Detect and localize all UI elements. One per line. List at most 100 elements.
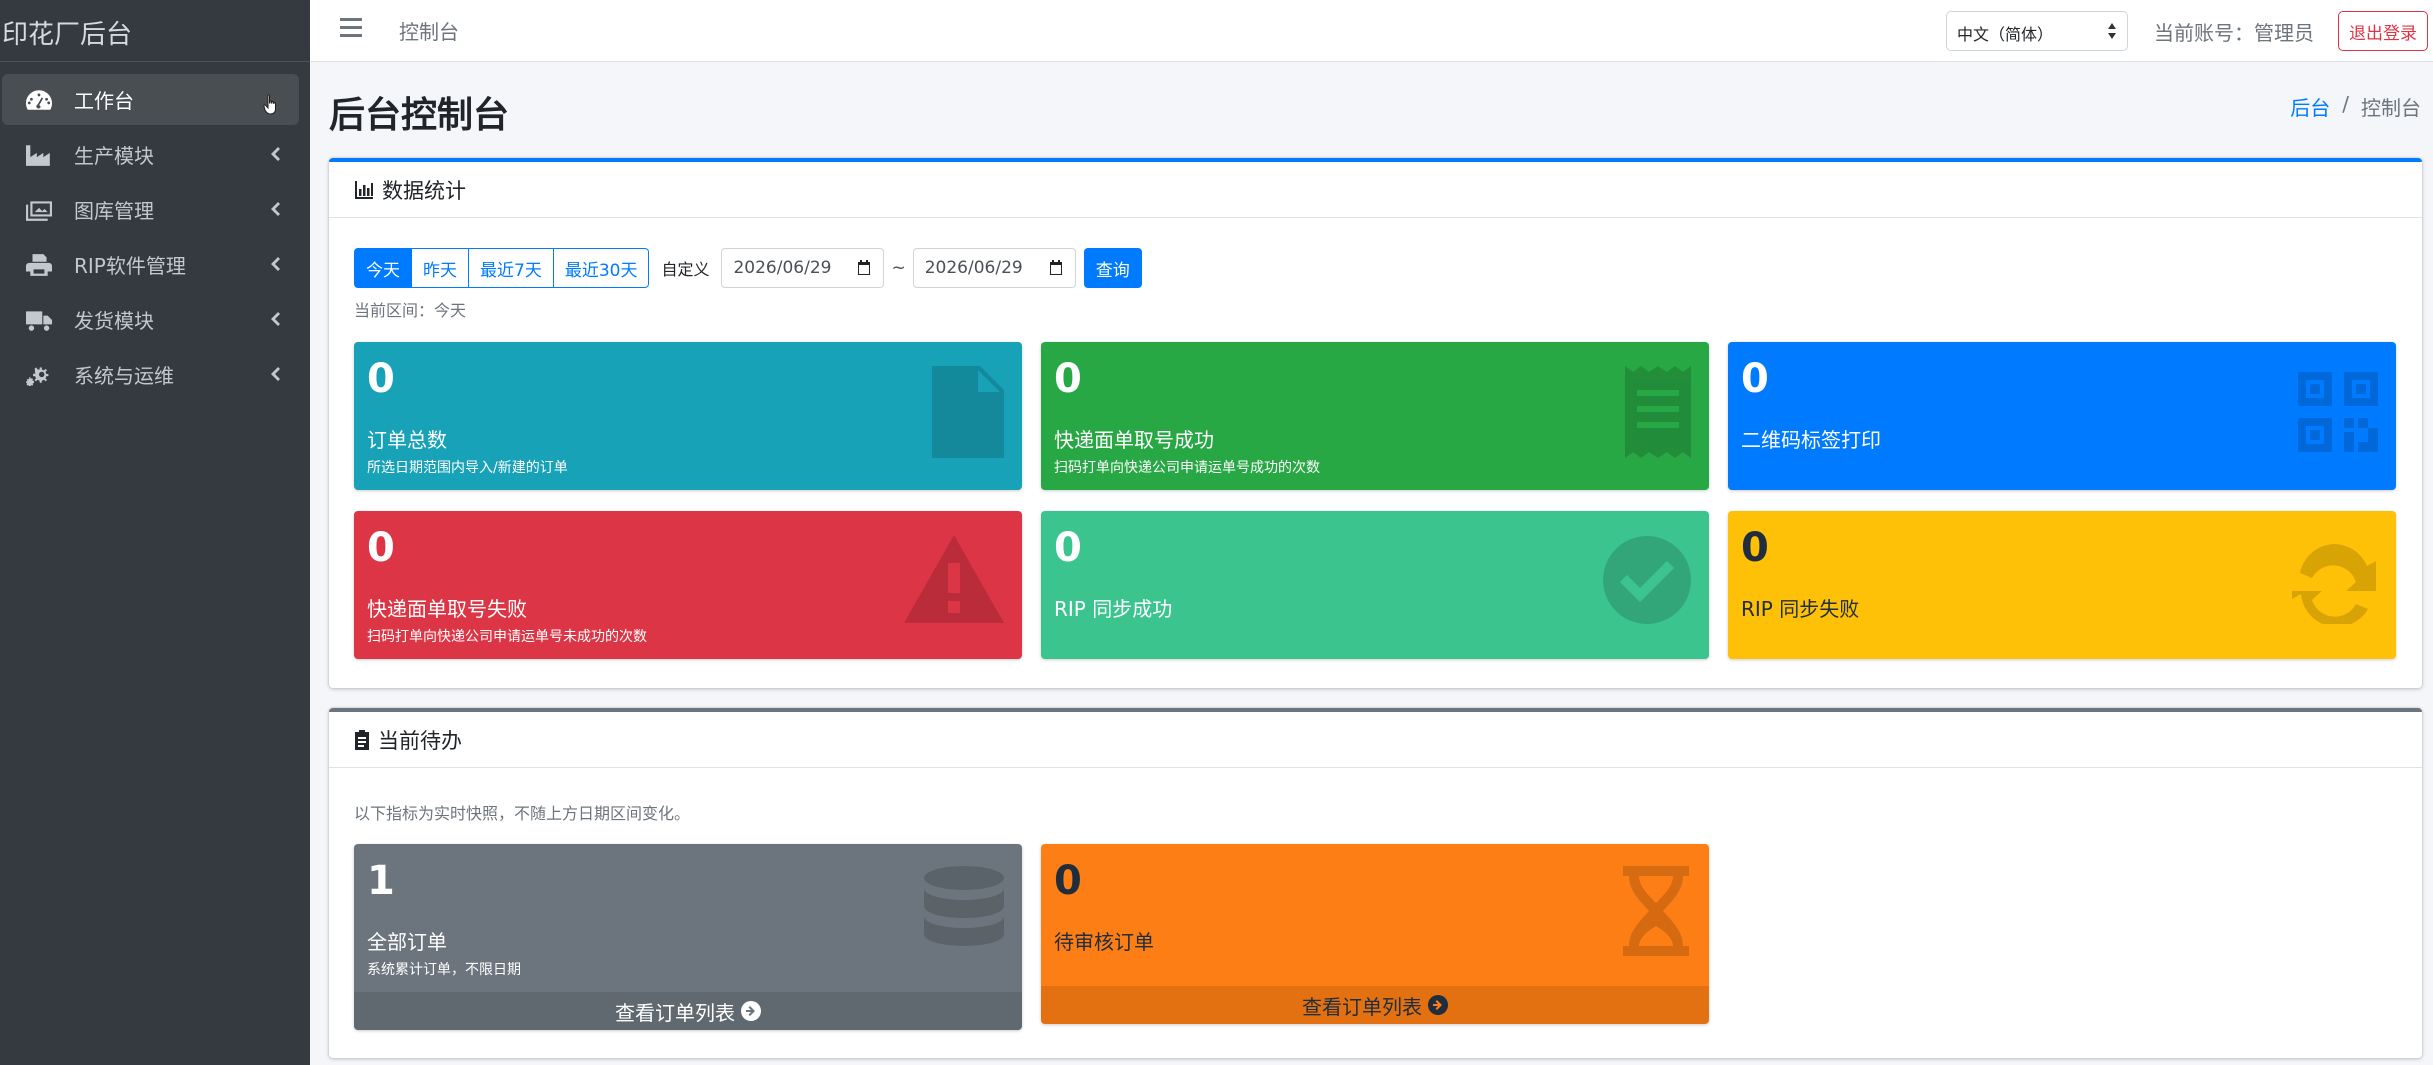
custom-range-label: 自定义	[661, 260, 710, 279]
file-invoice-icon	[932, 366, 1004, 458]
date-to-value: 2026/06/29	[924, 258, 1023, 278]
receipt-icon	[1625, 366, 1691, 458]
todo-box-all-orders: 1 全部订单 系统累计订单，不限日期 查看订单列表	[354, 844, 1022, 1030]
logout-button[interactable]: 退出登录	[2338, 11, 2428, 51]
truck-icon	[24, 309, 54, 331]
stat-box-orders-total: 0 订单总数 所选日期范围内导入/新建的订单	[354, 342, 1022, 490]
chevron-left-icon	[268, 144, 282, 164]
todo-card-title: 当前待办	[378, 728, 462, 753]
breadcrumb-current: 控制台	[2361, 96, 2421, 120]
select-caret-icon	[2107, 22, 2117, 40]
clipboard-icon	[355, 729, 369, 750]
stat-value: 0	[367, 356, 395, 402]
sidebar-item-rip[interactable]: RIP软件管理	[2, 239, 299, 290]
stat-box-rip-sync-success: 0 RIP 同步成功	[1041, 511, 1709, 659]
sidebar-item-label: RIP软件管理	[74, 254, 186, 278]
stat-value: 0	[367, 525, 395, 571]
chevron-left-icon	[268, 254, 282, 274]
sidebar: 印花厂后台 工作台 生产模块 图库管理 RIP软件管理 发货模块 系统与运维	[0, 0, 310, 1065]
stat-value: 0	[1054, 356, 1082, 402]
range-today-button[interactable]: 今天	[354, 248, 412, 288]
sidebar-item-dashboard[interactable]: 工作台	[2, 74, 299, 125]
todo-box-pending-orders: 0 待审核订单 查看订单列表	[1041, 844, 1709, 1024]
range-7days-button[interactable]: 最近7天	[469, 248, 554, 288]
tachometer-icon	[24, 89, 54, 111]
stat-label: RIP 同步失败	[1741, 597, 1860, 621]
date-from-input[interactable]: 2026/06/29	[721, 248, 885, 288]
stat-box-waybill-success: 0 快递面单取号成功 扫码打单向快递公司申请运单号成功的次数	[1041, 342, 1709, 490]
page-title: 后台控制台	[329, 95, 510, 136]
todo-label: 全部订单	[367, 930, 447, 954]
chevron-left-icon	[268, 309, 282, 329]
todo-value: 0	[1054, 858, 1082, 904]
stat-value: 0	[1741, 356, 1769, 402]
stat-sub: 扫码打单向快递公司申请运单号成功的次数	[1054, 460, 1320, 476]
check-circle-icon	[1603, 536, 1691, 624]
current-range-text: 当前区间：今天	[354, 301, 467, 320]
todo-card-header: 当前待办	[329, 712, 2422, 768]
stat-box-qrcode-print: 0 二维码标签打印	[1728, 342, 2396, 490]
arrow-circle-right-icon	[1428, 995, 1448, 1015]
stat-label: RIP 同步成功	[1054, 597, 1173, 621]
date-from-value: 2026/06/29	[733, 258, 832, 278]
date-filter-bar: 今天 昨天 最近7天 最近30天 自定义 2026/06/29 ~ 2026/0…	[354, 248, 1142, 288]
query-button[interactable]: 查询	[1083, 248, 1142, 288]
stat-label: 二维码标签打印	[1741, 428, 1881, 452]
mouse-pointer-icon	[263, 94, 279, 116]
sidebar-item-label: 发货模块	[74, 309, 154, 333]
calendar-icon	[1049, 260, 1062, 275]
sidebar-item-production[interactable]: 生产模块	[2, 129, 299, 180]
date-separator: ~	[891, 258, 906, 278]
view-order-list-link[interactable]: 查看订单列表	[1041, 986, 1709, 1024]
top-navbar: 控制台 中文（简体） 当前账号：管理员 退出登录	[310, 0, 2433, 62]
range-yesterday-button[interactable]: 昨天	[412, 248, 469, 288]
sidebar-item-system[interactable]: 系统与运维	[2, 349, 299, 400]
database-icon	[924, 866, 1004, 958]
stat-box-rip-sync-failure: 0 RIP 同步失败	[1728, 511, 2396, 659]
todo-value: 1	[367, 858, 395, 904]
chart-bar-icon	[355, 180, 373, 199]
hourglass-icon	[1623, 866, 1689, 956]
stat-label: 订单总数	[367, 428, 447, 452]
breadcrumb-home-link[interactable]: 后台	[2290, 92, 2330, 121]
stat-label: 快递面单取号失败	[367, 597, 527, 621]
view-order-list-link[interactable]: 查看订单列表	[354, 992, 1022, 1030]
gears-icon	[24, 364, 54, 386]
hamburger-menu-icon[interactable]	[340, 18, 362, 40]
language-select-value: 中文（简体）	[1957, 25, 2054, 44]
date-to-input[interactable]: 2026/06/29	[912, 248, 1076, 288]
topbar-title[interactable]: 控制台	[399, 16, 459, 45]
footer-label: 查看订单列表	[1302, 994, 1422, 1019]
breadcrumb-separator: /	[2342, 92, 2349, 116]
sync-icon	[2290, 536, 2378, 627]
sidebar-item-shipping[interactable]: 发货模块	[2, 294, 299, 345]
images-icon	[24, 199, 54, 221]
stat-sub: 所选日期范围内导入/新建的订单	[367, 460, 568, 476]
todo-label: 待审核订单	[1054, 930, 1154, 954]
arrow-circle-right-icon	[741, 1001, 761, 1021]
stats-card: 数据统计 今天 昨天 最近7天 最近30天 自定义 2026/06/29 ~ 2…	[329, 158, 2422, 688]
brand-title[interactable]: 印花厂后台	[0, 0, 310, 62]
stat-value: 0	[1741, 525, 1769, 571]
printer-icon	[24, 253, 54, 276]
chevron-left-icon	[268, 199, 282, 219]
sidebar-nav: 工作台 生产模块 图库管理 RIP软件管理 发货模块 系统与运维	[0, 62, 310, 400]
sidebar-item-label: 工作台	[74, 89, 134, 113]
stat-box-waybill-failure: 0 快递面单取号失败 扫码打单向快递公司申请运单号未成功的次数	[354, 511, 1022, 659]
stat-value: 0	[1054, 525, 1082, 571]
todo-card: 当前待办 以下指标为实时快照，不随上方日期区间变化。 1 全部订单 系统累计订单…	[329, 708, 2422, 1058]
language-select[interactable]: 中文（简体）	[1946, 11, 2128, 51]
stats-card-header: 数据统计	[329, 162, 2422, 218]
date-range-button-group: 今天 昨天 最近7天 最近30天	[354, 248, 650, 288]
breadcrumb: 后台 / 控制台	[2290, 92, 2421, 121]
chevron-left-icon	[268, 364, 282, 384]
stat-label: 快递面单取号成功	[1054, 428, 1214, 452]
qrcode-icon	[2298, 372, 2378, 452]
sidebar-item-gallery[interactable]: 图库管理	[2, 184, 299, 235]
calendar-icon	[858, 260, 871, 275]
current-account: 当前账号：管理员	[2154, 21, 2314, 45]
stats-card-title: 数据统计	[382, 178, 466, 203]
range-30days-button[interactable]: 最近30天	[553, 248, 650, 288]
todo-note: 以下指标为实时快照，不随上方日期区间变化。	[354, 804, 691, 823]
todo-sub: 系统累计订单，不限日期	[367, 962, 521, 978]
